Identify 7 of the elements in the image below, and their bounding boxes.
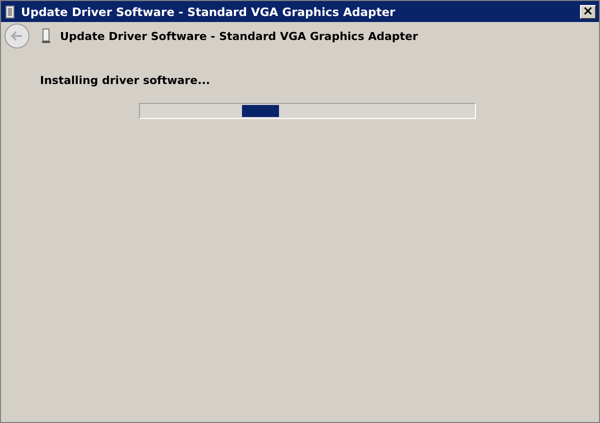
back-button[interactable]: [4, 23, 30, 49]
wizard-heading: Update Driver Software - Standard VGA Graphics Adapter: [60, 30, 418, 42]
window-title: Update Driver Software - Standard VGA Graphics Adapter: [21, 4, 396, 18]
close-button[interactable]: ×: [580, 4, 596, 18]
device-icon: [42, 28, 50, 44]
status-text: Installing driver software...: [40, 74, 212, 87]
device-icon: [5, 4, 15, 18]
